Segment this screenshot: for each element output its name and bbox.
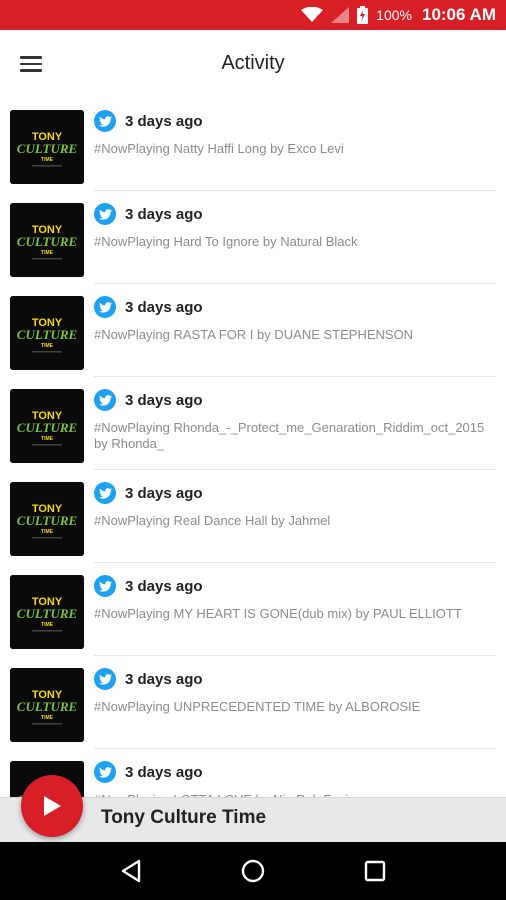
item-timestamp: 3 days ago: [125, 578, 203, 595]
item-text: #NowPlaying UNPRECEDENTED TIME by ALBORO…: [94, 699, 421, 714]
station-logo-thumbnail: TONY CULTURE TIME: [10, 203, 84, 277]
item-text: #NowPlaying Natty Haffi Long by Exco Lev…: [94, 141, 344, 156]
station-logo-thumbnail: TONY CULTURE TIME: [10, 668, 84, 742]
back-triangle-icon[interactable]: [111, 851, 151, 891]
item-text: #NowPlaying Real Dance Hall by Jahmel: [94, 513, 331, 528]
clock: 10:06 AM: [421, 5, 496, 24]
item-timestamp: 3 days ago: [125, 392, 203, 409]
logo-line-3: TIME: [41, 250, 54, 256]
item-text: #NowPlaying Rhonda_-_Protect_me_Genarati…: [94, 420, 485, 451]
play-button[interactable]: [21, 775, 83, 837]
logo-line-2: CULTURE: [17, 141, 78, 156]
app-screen: 100% 10:06 AM Activity TONY CULTURE TIME…: [0, 0, 506, 900]
item-timestamp: 3 days ago: [125, 485, 203, 502]
item-timestamp: 3 days ago: [125, 671, 203, 688]
activity-feed[interactable]: TONY CULTURE TIME 3 days ago #NowPlaying…: [0, 98, 506, 798]
player-station-title: Tony Culture Time: [101, 807, 267, 828]
play-icon: [44, 796, 61, 816]
twitter-icon: [94, 110, 116, 132]
logo-line-2: CULTURE: [17, 420, 78, 435]
item-timestamp: 3 days ago: [125, 299, 203, 316]
item-text: #NowPlaying Hard To Ignore by Natural Bl…: [94, 234, 358, 249]
logo-line-2: CULTURE: [17, 513, 78, 528]
item-timestamp: 3 days ago: [125, 764, 203, 781]
battery-percent: 100%: [376, 7, 412, 23]
logo-line-2: CULTURE: [17, 606, 78, 621]
item-timestamp: 3 days ago: [125, 206, 203, 223]
list-item[interactable]: TONY CULTURE TIME 3 days ago #NowPlaying…: [0, 98, 506, 191]
twitter-icon: [94, 389, 116, 411]
station-logo-thumbnail: TONY CULTURE TIME: [10, 575, 84, 649]
station-logo-thumbnail: TONY CULTURE TIME: [10, 482, 84, 556]
logo-line-2: CULTURE: [17, 699, 78, 714]
app-bar: Activity: [0, 30, 506, 98]
logo-line-3: TIME: [41, 529, 54, 535]
twitter-icon: [94, 761, 116, 783]
wifi-icon: [301, 7, 324, 23]
status-bar: 100% 10:06 AM: [0, 0, 506, 30]
list-item[interactable]: TONY CULTURE TIME 3 days ago #NowPlaying…: [0, 191, 506, 284]
logo-line-3: TIME: [41, 343, 54, 349]
station-logo-thumbnail: TONY CULTURE TIME: [10, 110, 84, 184]
list-item[interactable]: TONY CULTURE TIME 3 days ago #NowPlaying…: [0, 377, 506, 470]
home-circle-icon[interactable]: [233, 851, 273, 891]
battery-charging-icon: [357, 6, 369, 24]
station-logo-thumbnail: TONY CULTURE TIME: [10, 389, 84, 463]
twitter-icon: [94, 668, 116, 690]
twitter-icon: [94, 203, 116, 225]
logo-line-3: TIME: [41, 715, 54, 721]
twitter-icon: [94, 482, 116, 504]
item-text: #NowPlaying MY HEART IS GONE(dub mix) by…: [94, 606, 462, 621]
station-logo-thumbnail: TONY CULTURE TIME: [10, 296, 84, 370]
list-item[interactable]: TONY CULTURE TIME 3 days ago #NowPlaying…: [0, 470, 506, 563]
list-item[interactable]: TONY CULTURE TIME 3 days ago #NowPlaying…: [0, 563, 506, 656]
system-nav-bar: [0, 842, 506, 900]
item-text: #NowPlaying RASTA FOR I by DUANE STEPHEN…: [94, 327, 414, 342]
item-timestamp: 3 days ago: [125, 113, 203, 130]
logo-line-2: CULTURE: [17, 234, 78, 249]
list-item[interactable]: TONY CULTURE TIME 3 days ago #NowPlaying…: [0, 284, 506, 377]
page-title: Activity: [221, 52, 285, 74]
logo-line-3: TIME: [41, 436, 54, 442]
list-item[interactable]: TONY CULTURE TIME 3 days ago #NowPlaying…: [0, 656, 506, 749]
logo-line-3: TIME: [41, 622, 54, 628]
recents-square-icon[interactable]: [355, 851, 395, 891]
signal-icon: [331, 7, 350, 23]
twitter-icon: [94, 575, 116, 597]
logo-line-2: CULTURE: [17, 327, 78, 342]
twitter-icon: [94, 296, 116, 318]
logo-line-3: TIME: [41, 157, 54, 163]
